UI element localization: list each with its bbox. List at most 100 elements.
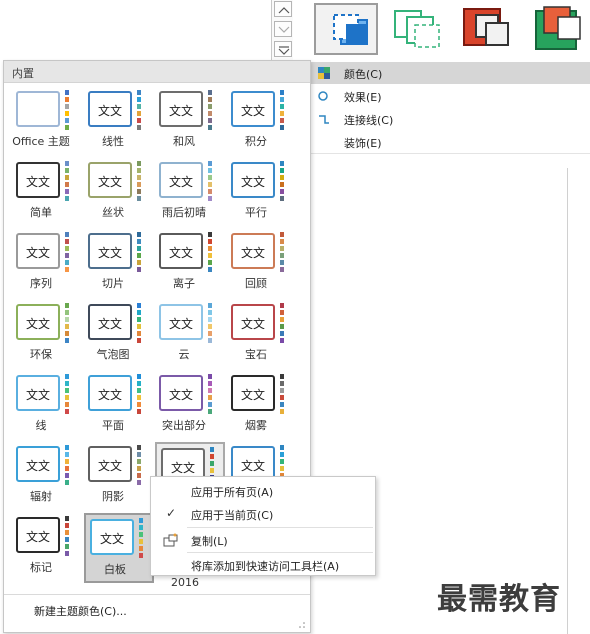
theme-tile[interactable]: 文文 序列: [12, 229, 82, 299]
theme-preview: 文文: [88, 233, 132, 269]
theme-preview-text: 文文: [97, 104, 122, 118]
theme-tile[interactable]: 文文线: [12, 371, 82, 441]
theme-palette-strip: [208, 232, 212, 272]
variant-connector-item[interactable]: 连接线(C): [311, 108, 590, 130]
style-option-filled-green[interactable]: [532, 3, 590, 55]
theme-label: 突出部分: [162, 419, 206, 432]
theme-preview-text: 文文: [25, 530, 50, 544]
theme-tile[interactable]: 文文 突出部分: [155, 371, 225, 441]
palette-swatch: [139, 539, 143, 544]
resize-grip-icon[interactable]: [298, 621, 306, 629]
theme-tile[interactable]: 文文 白板: [84, 513, 154, 583]
effects-circle-icon: [318, 91, 328, 101]
theme-preview-text: 文文: [25, 459, 50, 473]
apply-to-current-slide-item[interactable]: ✓ 应用于当前页(C): [151, 503, 375, 525]
theme-preview-text: 文文: [168, 317, 193, 331]
theme-tile[interactable]: 文文 平面: [84, 371, 154, 441]
palette-swatch: [137, 409, 141, 414]
theme-tile[interactable]: 文文 烟雾: [227, 371, 297, 441]
theme-label: 气泡图: [96, 348, 130, 361]
style-option-filled-red[interactable]: [462, 3, 526, 55]
palette-swatch: [137, 374, 141, 379]
new-theme-colors-link[interactable]: 新建主题颜色(C)...: [34, 603, 127, 619]
palette-swatch: [280, 381, 284, 386]
theme-tile[interactable]: 文文 标记: [12, 513, 82, 583]
theme-tile[interactable]: 文文 环保: [12, 300, 82, 370]
theme-tile[interactable]: 文文 简单: [12, 158, 82, 228]
theme-preview-text: 文文: [240, 317, 265, 331]
more-icon: [278, 46, 290, 55]
palette-swatch: [137, 111, 141, 116]
style-option-filled-blue[interactable]: [314, 3, 378, 55]
theme-label: 离子: [173, 277, 195, 290]
theme-tile[interactable]: 文文 辐射: [12, 442, 82, 512]
theme-tile[interactable]: 文文 雨后初晴: [155, 158, 225, 228]
theme-preview-text: 文文: [25, 246, 50, 260]
style-option-outline-green[interactable]: [389, 3, 453, 55]
palette-swatch: [137, 331, 141, 336]
palette-swatch: [65, 317, 69, 322]
theme-preview-text: 文文: [168, 246, 193, 260]
theme-tile[interactable]: 文文 平行: [227, 158, 297, 228]
expand-gallery-button[interactable]: [274, 41, 292, 57]
theme-tile[interactable]: 文文 和风: [155, 87, 225, 157]
apply-to-all-slides-label: 应用于所有页(A): [191, 486, 274, 499]
palette-swatch: [280, 445, 284, 450]
palette-swatch: [137, 402, 141, 407]
theme-tile[interactable]: Office 主题: [12, 87, 82, 157]
apply-to-all-slides-item[interactable]: 应用于所有页(A): [151, 480, 375, 502]
palette-swatch: [280, 338, 284, 343]
variant-decoration-item[interactable]: 装饰(E): [311, 131, 590, 153]
theme-preview: 文文: [159, 162, 203, 198]
variant-colors-label: 颜色(C): [344, 68, 383, 81]
palette-swatch: [208, 118, 212, 123]
palette-swatch: [137, 260, 141, 265]
scroll-down-button[interactable]: [274, 21, 292, 37]
theme-tile[interactable]: 文文 丝状: [84, 158, 154, 228]
filled-blue-style-icon: [333, 14, 368, 45]
theme-tile[interactable]: 文文 切片: [84, 229, 154, 299]
scroll-up-button[interactable]: [274, 1, 292, 17]
palette-swatch: [137, 182, 141, 187]
theme-preview: 文文: [16, 162, 60, 198]
palette-swatch: [280, 175, 284, 180]
copy-item[interactable]: 复制(L): [151, 529, 375, 551]
theme-palette-strip: [137, 232, 141, 272]
theme-preview-text: 文文: [240, 388, 265, 402]
theme-tile[interactable]: 文文 积分: [227, 87, 297, 157]
palette-swatch: [65, 473, 69, 478]
theme-preview: 文文: [88, 446, 132, 482]
theme-tile[interactable]: 文文 宝石: [227, 300, 297, 370]
theme-tile[interactable]: 文文 线性: [84, 87, 154, 157]
palette-swatch: [280, 260, 284, 265]
palette-swatch: [65, 409, 69, 414]
palette-swatch: [137, 267, 141, 272]
variant-effects-item[interactable]: 效果(E): [311, 85, 590, 107]
theme-tile[interactable]: 文文云: [155, 300, 225, 370]
theme-tile[interactable]: 文文 阴影: [84, 442, 154, 512]
theme-palette-strip: [280, 374, 284, 414]
palette-swatch: [208, 246, 212, 251]
variant-colors-item[interactable]: 颜色(C): [311, 62, 590, 84]
palette-swatch: [137, 196, 141, 201]
theme-tile[interactable]: 文文 回顾: [227, 229, 297, 299]
theme-preview-text: 文文: [240, 104, 265, 118]
palette-swatch: [280, 324, 284, 329]
palette-swatch: [280, 267, 284, 272]
palette-swatch: [137, 445, 141, 450]
theme-label: 环保: [30, 348, 52, 361]
palette-swatch: [208, 338, 212, 343]
add-to-quick-access-item[interactable]: 将库添加到快速访问工具栏(A): [151, 554, 375, 576]
menu-separator: [187, 552, 373, 553]
theme-label: 丝状: [102, 206, 124, 219]
palette-swatch: [280, 104, 284, 109]
palette-swatch: [280, 310, 284, 315]
theme-tile[interactable]: 文文离子: [155, 229, 225, 299]
theme-palette-strip: [137, 161, 141, 201]
theme-tile[interactable]: 文文 气泡图: [84, 300, 154, 370]
variant-effects-label: 效果(E): [344, 91, 382, 104]
palette-swatch: [208, 402, 212, 407]
palette-swatch: [65, 97, 69, 102]
palette-swatch: [65, 90, 69, 95]
palette-swatch: [280, 303, 284, 308]
